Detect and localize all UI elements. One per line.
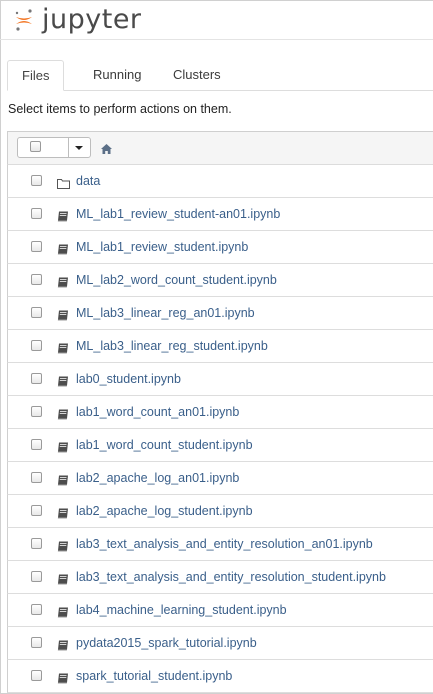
notebook-icon xyxy=(57,242,69,260)
row-checkbox[interactable] xyxy=(31,274,42,285)
notebook-icon xyxy=(57,407,69,425)
notebook-icon xyxy=(57,638,69,656)
file-name-link[interactable]: ML_lab1_review_student.ipynb xyxy=(76,231,248,263)
row-checkbox[interactable] xyxy=(31,472,42,483)
row-checkbox[interactable] xyxy=(31,604,42,615)
file-row[interactable]: ML_lab1_review_student-an01.ipynb xyxy=(7,198,433,231)
row-checkbox[interactable] xyxy=(31,208,42,219)
file-row[interactable]: ML_lab3_linear_reg_student.ipynb xyxy=(7,330,433,363)
file-row[interactable]: lab4_machine_learning_student.ipynb xyxy=(7,594,433,627)
notebook-icon xyxy=(57,374,69,392)
select-all-button[interactable] xyxy=(18,138,69,157)
file-name-link[interactable]: spark_tutorial_student.ipynb xyxy=(76,660,232,692)
notebook-icon xyxy=(57,572,69,590)
file-row[interactable]: lab0_student.ipynb xyxy=(7,363,433,396)
row-checkbox[interactable] xyxy=(31,241,42,252)
file-name-link[interactable]: lab1_word_count_an01.ipynb xyxy=(76,396,239,428)
notebook-icon xyxy=(57,440,69,458)
file-list-header xyxy=(7,132,433,165)
row-checkbox[interactable] xyxy=(31,670,42,681)
caret-down-icon[interactable] xyxy=(68,138,90,157)
file-name-link[interactable]: ML_lab3_linear_reg_an01.ipynb xyxy=(76,297,255,329)
file-name-link[interactable]: lab1_word_count_student.ipynb xyxy=(76,429,253,461)
row-checkbox[interactable] xyxy=(31,406,42,417)
select-all-group xyxy=(17,137,91,158)
selection-notice: Select items to perform actions on them. xyxy=(8,102,232,116)
file-name-link[interactable]: pydata2015_spark_tutorial.ipynb xyxy=(76,627,257,659)
file-row[interactable]: lab2_apache_log_student.ipynb xyxy=(7,495,433,528)
row-checkbox[interactable] xyxy=(31,439,42,450)
file-row[interactable]: ML_lab1_review_student.ipynb xyxy=(7,231,433,264)
jupyter-logo[interactable]: jupyter xyxy=(14,4,142,36)
file-row[interactable]: data xyxy=(7,165,433,198)
tab-bar: Files Running Clusters xyxy=(7,60,433,91)
logo-text: jupyter xyxy=(42,4,142,35)
file-row[interactable]: lab3_text_analysis_and_entity_resolution… xyxy=(7,561,433,594)
file-name-link[interactable]: data xyxy=(76,165,100,197)
file-row[interactable]: lab2_apache_log_an01.ipynb xyxy=(7,462,433,495)
file-row[interactable]: pydata2015_spark_tutorial.ipynb xyxy=(7,627,433,660)
notebook-icon xyxy=(57,539,69,557)
file-row[interactable]: lab1_word_count_student.ipynb xyxy=(7,429,433,462)
folder-icon xyxy=(57,176,70,194)
row-checkbox[interactable] xyxy=(31,505,42,516)
tab-files[interactable]: Files xyxy=(7,60,65,91)
notebook-icon xyxy=(57,341,69,359)
home-icon[interactable] xyxy=(101,141,112,159)
file-name-link[interactable]: lab0_student.ipynb xyxy=(76,363,181,395)
row-checkbox[interactable] xyxy=(31,571,42,582)
row-checkbox[interactable] xyxy=(31,175,42,186)
file-name-link[interactable]: lab3_text_analysis_and_entity_resolution… xyxy=(76,561,386,593)
notebook-icon xyxy=(57,275,69,293)
row-checkbox[interactable] xyxy=(31,340,42,351)
row-checkbox[interactable] xyxy=(31,373,42,384)
file-row[interactable]: lab1_word_count_an01.ipynb xyxy=(7,396,433,429)
row-checkbox[interactable] xyxy=(31,538,42,549)
file-name-link[interactable]: lab2_apache_log_an01.ipynb xyxy=(76,462,239,494)
notebook-icon xyxy=(57,473,69,491)
file-row[interactable]: spark_tutorial_student.ipynb xyxy=(7,660,433,693)
file-name-link[interactable]: ML_lab3_linear_reg_student.ipynb xyxy=(76,330,268,362)
notebook-icon xyxy=(57,671,69,689)
file-list: data ML_lab1_review_student-an01.ipynb ML_… xyxy=(7,131,433,693)
file-name-link[interactable]: ML_lab2_word_count_student.ipynb xyxy=(76,264,277,296)
file-name-link[interactable]: lab4_machine_learning_student.ipynb xyxy=(76,594,287,626)
file-row[interactable]: ML_lab3_linear_reg_an01.ipynb xyxy=(7,297,433,330)
file-name-link[interactable]: lab3_text_analysis_and_entity_resolution… xyxy=(76,528,373,560)
notebook-icon xyxy=(57,209,69,227)
notebook-icon xyxy=(57,506,69,524)
notebook-icon xyxy=(57,605,69,623)
notebook-icon xyxy=(57,308,69,326)
header: jupyter xyxy=(0,0,433,40)
tab-clusters[interactable]: Clusters xyxy=(159,60,235,90)
tab-running[interactable]: Running xyxy=(79,60,155,90)
select-all-checkbox[interactable] xyxy=(30,141,41,152)
file-name-link[interactable]: lab2_apache_log_student.ipynb xyxy=(76,495,253,527)
file-row[interactable]: lab3_text_analysis_and_entity_resolution… xyxy=(7,528,433,561)
file-row[interactable]: ML_lab2_word_count_student.ipynb xyxy=(7,264,433,297)
row-checkbox[interactable] xyxy=(31,637,42,648)
jupyter-logo-icon xyxy=(14,8,34,32)
file-name-link[interactable]: ML_lab1_review_student-an01.ipynb xyxy=(76,198,280,230)
row-checkbox[interactable] xyxy=(31,307,42,318)
